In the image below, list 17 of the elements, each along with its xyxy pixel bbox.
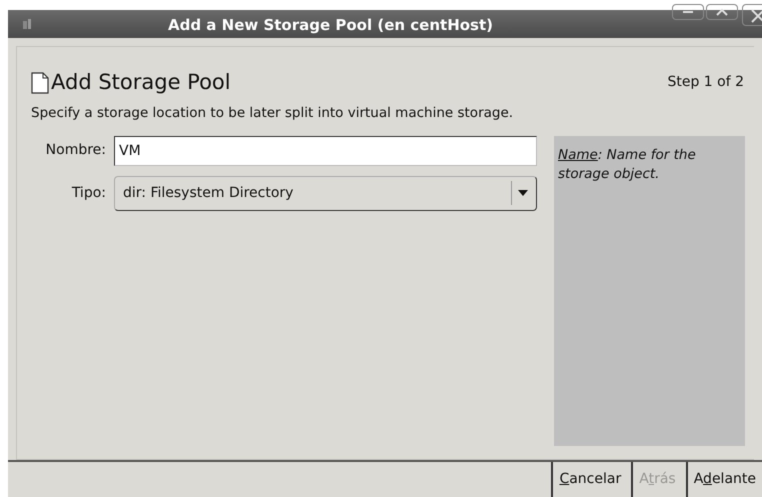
page-title: Add Storage Pool [51,69,231,96]
name-field[interactable]: VM [114,136,537,166]
step-indicator: Step 1 of 2 [667,73,744,92]
app-icon [22,18,32,30]
window-title: Add a New Storage Pool (en centHost) [168,15,494,36]
document-icon [31,72,49,94]
maximize-icon [716,8,728,16]
minimize-button[interactable] [672,4,704,20]
page-description: Specify a storage location to be later split into virtual machine storage. [30,104,514,122]
dropdown-arrow-icon [518,190,528,196]
field-label: Nombre: [44,141,107,160]
maximize-button[interactable] [706,4,738,20]
close-icon [751,9,762,23]
field-label: Tipo: [70,184,107,203]
minimize-icon [683,11,693,13]
help-text: Name: Name for the storage object. [558,146,697,184]
type-dropdown[interactable]: dir: Filesystem Directory [114,176,537,211]
